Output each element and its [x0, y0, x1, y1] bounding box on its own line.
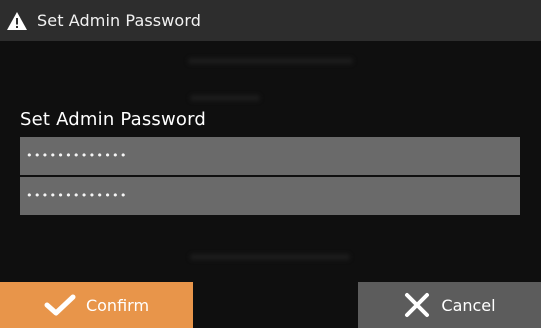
checkmark-icon — [44, 293, 76, 317]
confirm-label: Confirm — [85, 295, 150, 315]
background-content — [188, 58, 353, 64]
confirm-button[interactable]: Confirm — [0, 282, 193, 328]
close-icon — [403, 291, 431, 319]
section-label: Set Admin Password — [20, 109, 207, 130]
background-content — [190, 95, 260, 101]
background-content — [190, 254, 350, 260]
cancel-label: Cancel — [441, 295, 496, 315]
password-field[interactable] — [20, 137, 520, 175]
title-bar: Set Admin Password — [0, 0, 541, 41]
confirm-password-field[interactable] — [20, 177, 520, 215]
set-admin-password-dialog: Set Admin Password Set Admin Password Co… — [0, 0, 541, 328]
dialog-title: Set Admin Password — [37, 11, 201, 30]
warning-icon — [6, 10, 28, 32]
cancel-button[interactable]: Cancel — [358, 282, 541, 328]
